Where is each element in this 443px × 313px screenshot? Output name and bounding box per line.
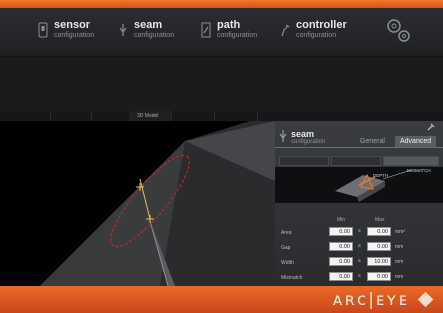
sensor-icon — [38, 22, 48, 38]
mismatch-separator: ≤ — [358, 273, 361, 279]
panel-subtitle: configuration — [291, 139, 326, 145]
3d-model-render — [40, 121, 275, 286]
logo-diamond-icon — [417, 291, 434, 308]
subtab-3[interactable] — [383, 156, 439, 166]
3d-viewport[interactable] — [0, 121, 275, 286]
joint-diagram: DEPTH MISMATCH — [275, 167, 443, 203]
mismatch-min-input[interactable]: 0.00 — [329, 272, 353, 281]
gap-max-input[interactable]: 0.00 — [367, 242, 391, 251]
width-max-input[interactable]: 10.00 — [367, 257, 391, 266]
nav-path-button[interactable]: path configuration — [201, 20, 257, 50]
main-navbar: sensor configuration seam configuration … — [0, 8, 443, 57]
top-accent-strip — [0, 0, 443, 8]
controller-icon — [281, 24, 290, 37]
view-tab-6[interactable] — [215, 111, 258, 121]
width-min-input[interactable]: 0.00 — [329, 257, 353, 266]
area-label: Area — [281, 230, 292, 236]
view-tab-5[interactable] — [172, 111, 215, 121]
nav-sensor-subtitle: configuration — [54, 32, 95, 39]
area-row: Area 0.00 ≤ 0.00 mm² — [275, 225, 443, 241]
gap-separator: ≤ — [358, 243, 361, 249]
subtab-1[interactable] — [279, 156, 329, 166]
view-tab-1[interactable] — [0, 111, 51, 121]
path-icon — [201, 22, 211, 38]
nav-controller-title: controller — [296, 19, 347, 31]
view-tabstrip: 3D Model — [0, 111, 443, 121]
view-tab-3d-model[interactable]: 3D Model — [131, 111, 172, 121]
gears-icon[interactable] — [384, 16, 414, 46]
view-tab-3[interactable] — [92, 111, 131, 121]
depth-label: DEPTH — [373, 173, 389, 178]
tab-advanced[interactable]: Advanced — [395, 136, 437, 147]
nav-path-title: path — [217, 19, 241, 31]
panel-divider — [275, 147, 443, 148]
area-min-input[interactable]: 0.00 — [329, 227, 353, 236]
mismatch-unit: mm — [395, 274, 404, 280]
seam-icon — [119, 24, 127, 36]
nav-sensor-button[interactable]: sensor configuration — [38, 20, 94, 50]
mismatch-row-label: Mismatch — [281, 275, 303, 281]
width-unit: mm — [395, 259, 404, 265]
area-unit: mm² — [395, 229, 405, 235]
tab-general[interactable]: General — [355, 136, 390, 147]
gap-min-input[interactable]: 0.00 — [329, 242, 353, 251]
width-row: Width 0.00 ≤ 10.00 mm — [275, 255, 443, 271]
width-label: Width — [281, 260, 294, 266]
max-column-header: Max — [375, 217, 385, 223]
mismatch-row: Mismatch 0.00 ≤ 0.00 mm — [275, 270, 443, 286]
nav-sensor-title: sensor — [54, 19, 91, 31]
wrench-icon[interactable] — [427, 123, 435, 131]
area-max-input[interactable]: 0.00 — [367, 227, 391, 236]
area-separator: ≤ — [358, 228, 361, 234]
nav-seam-subtitle: configuration — [134, 32, 175, 39]
panel-title: seam — [291, 129, 315, 139]
nav-controller-subtitle: configuration — [296, 32, 337, 39]
bottom-brand-bar: ᴀʀᴄ|ᴇʏᴇ — [0, 286, 443, 313]
nav-seam-title: seam — [134, 19, 163, 31]
seam-config-panel: seam configuration General Advanced DEPT… — [275, 121, 443, 286]
width-separator: ≤ — [358, 258, 361, 264]
seam-icon — [279, 130, 287, 142]
nav-path-subtitle: configuration — [217, 32, 258, 39]
gap-unit: mm — [395, 244, 404, 250]
gap-row: Gap 0.00 ≤ 0.00 mm — [275, 240, 443, 256]
nav-seam-button[interactable]: seam configuration — [118, 20, 174, 50]
mismatch-label: MISMATCH — [407, 168, 431, 173]
gap-label: Gap — [281, 245, 291, 251]
arceye-logo: ᴀʀᴄ|ᴇʏᴇ — [332, 290, 409, 310]
mismatch-max-input[interactable]: 0.00 — [367, 272, 391, 281]
nav-controller-button[interactable]: controller configuration — [280, 20, 347, 50]
view-tab-2[interactable] — [51, 111, 92, 121]
subtab-2[interactable] — [331, 156, 381, 166]
min-column-header: Min — [337, 217, 346, 223]
